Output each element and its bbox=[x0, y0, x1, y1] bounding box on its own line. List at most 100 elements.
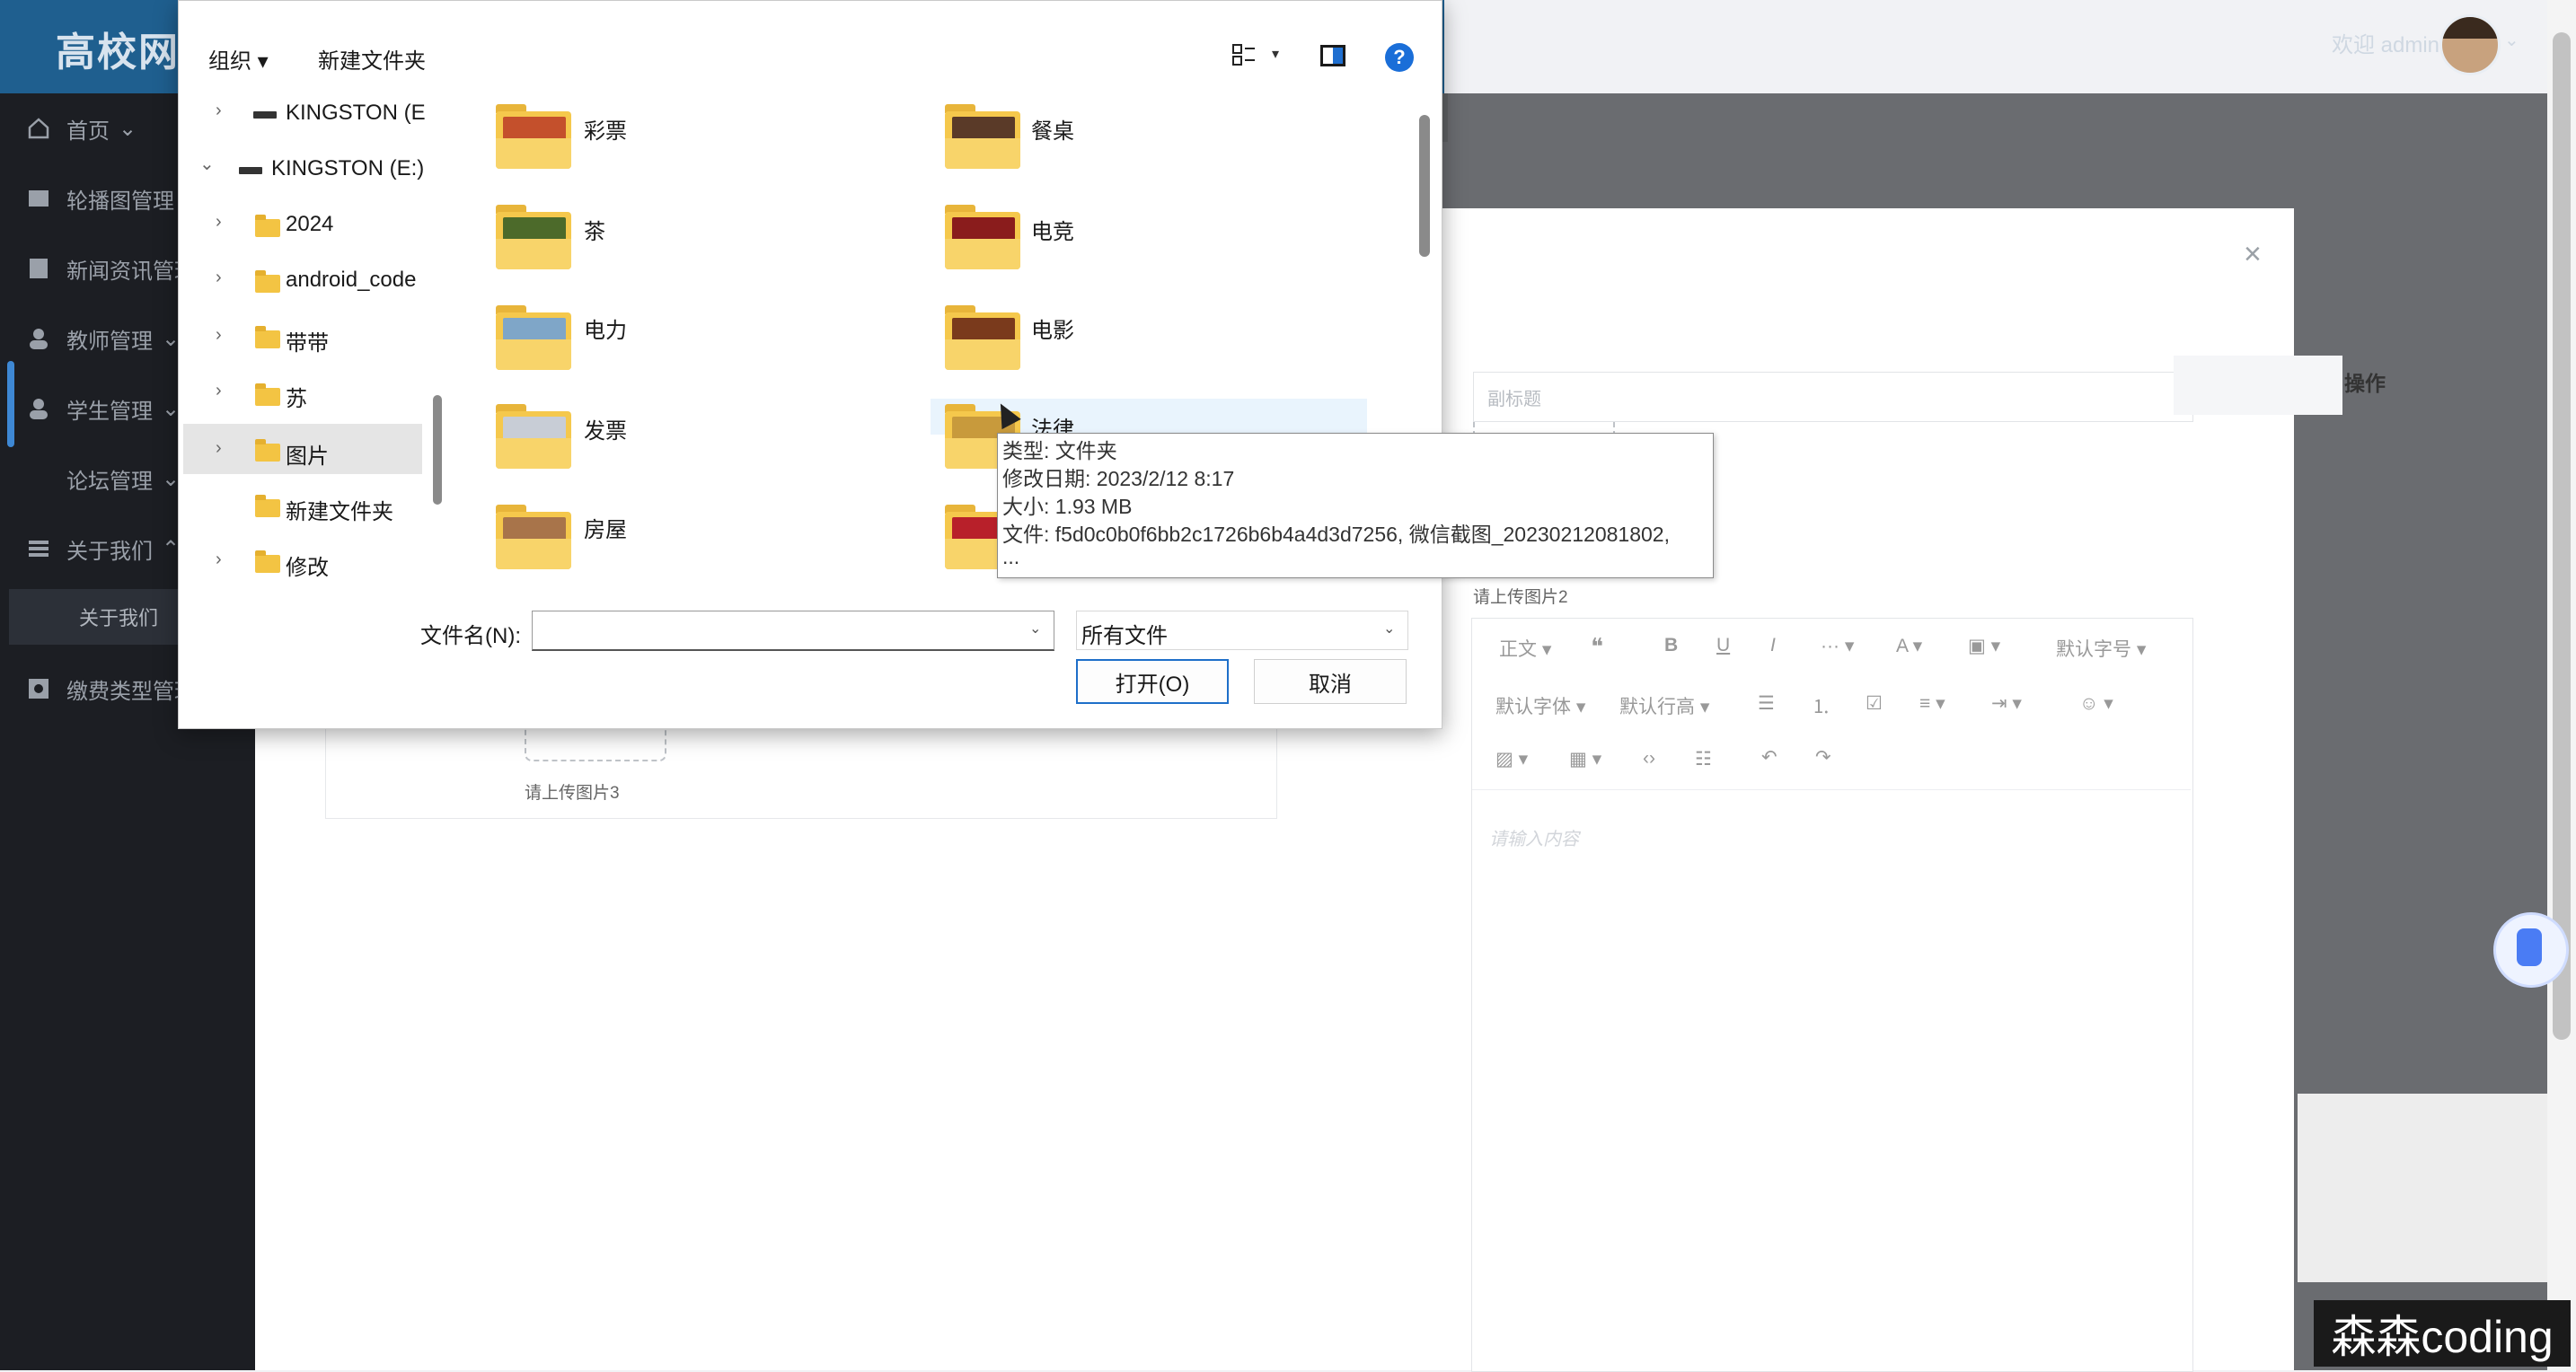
filetype-value: 所有文件 bbox=[1081, 624, 1168, 648]
usb-icon bbox=[2517, 928, 2542, 966]
preview-pane-fill bbox=[1333, 48, 1343, 64]
folder-thumbnail-icon bbox=[945, 205, 1020, 269]
folder-name: 房屋 bbox=[584, 518, 627, 542]
editor-toolbar: 正文 ▾ ❝ B U I ··· ▾ A ▾ ▣ ▾ 默认字号 ▾ 默认字体 ▾… bbox=[1472, 619, 2191, 790]
avatar[interactable] bbox=[2439, 14, 2501, 75]
home-icon bbox=[27, 117, 50, 140]
folder-thumbnail-icon bbox=[945, 104, 1020, 169]
sidebar-item-label: 缴费类型管理 bbox=[66, 679, 196, 704]
folder-name: 电力 bbox=[584, 319, 627, 343]
chevron-right-icon[interactable]: › bbox=[216, 438, 222, 459]
menu-icon bbox=[27, 537, 50, 560]
user-icon bbox=[27, 327, 50, 350]
table-icon[interactable]: ▦ ▾ bbox=[1569, 748, 1601, 770]
filename-label: 文件名(N): bbox=[420, 624, 521, 648]
fee-icon bbox=[27, 677, 50, 700]
editor-paragraph-select[interactable]: 正文 ▾ bbox=[1499, 635, 1551, 662]
open-button[interactable]: 打开(O) bbox=[1076, 659, 1229, 704]
table-header bbox=[2174, 356, 2342, 415]
todo-icon[interactable]: ☑ bbox=[1866, 692, 1883, 715]
folder-thumbnail-icon bbox=[496, 104, 571, 169]
chevron-right-icon[interactable]: › bbox=[216, 101, 222, 121]
chevron-down-icon[interactable]: ⌄ bbox=[2504, 29, 2519, 51]
sidebar-item-label: 新闻资讯管理 bbox=[66, 259, 196, 284]
chevron-right-icon[interactable]: › bbox=[216, 268, 222, 288]
new-folder-button[interactable]: 新建文件夹 bbox=[318, 43, 426, 75]
content-scrollbar[interactable] bbox=[1419, 115, 1430, 257]
align-icon[interactable]: ≡ ▾ bbox=[1919, 692, 1945, 715]
folder-icon bbox=[255, 439, 280, 462]
upload-label-3: 请上传图片3 bbox=[525, 784, 620, 803]
numbered-list-icon[interactable]: ⒈ bbox=[1812, 692, 1831, 719]
image-icon bbox=[27, 187, 50, 210]
cancel-button[interactable]: 取消 bbox=[1254, 659, 1407, 704]
sidebar-subitem-label: 关于我们 bbox=[79, 607, 159, 629]
insert-image-icon[interactable]: ▨ ▾ bbox=[1495, 748, 1528, 770]
sidebar-item-label: 首页 bbox=[66, 119, 110, 144]
bold-icon[interactable]: B bbox=[1664, 635, 1678, 656]
line-height-select[interactable]: 默认行高 ▾ bbox=[1619, 692, 1709, 719]
chevron-right-icon[interactable]: › bbox=[216, 550, 222, 570]
forum-icon bbox=[27, 467, 50, 490]
divider-icon[interactable]: ☷ bbox=[1695, 748, 1712, 770]
bullet-list-icon[interactable]: ☰ bbox=[1758, 692, 1775, 715]
chevron-down-icon[interactable]: ⌄ bbox=[1383, 620, 1395, 638]
sidebar-item-label: 论坛管理 bbox=[66, 469, 153, 494]
avatar-hair bbox=[2442, 17, 2498, 39]
nav-item-label: 2024 bbox=[286, 212, 334, 236]
nav-scrollbar[interactable] bbox=[433, 395, 442, 505]
user-icon bbox=[27, 397, 50, 420]
folder-name: 电竞 bbox=[1031, 220, 1074, 244]
close-icon[interactable]: × bbox=[2244, 237, 2262, 272]
folder-thumbnail-icon bbox=[496, 305, 571, 370]
app-title: 高校网 bbox=[56, 31, 180, 75]
folder-icon bbox=[255, 495, 280, 517]
nav-item-label: android_code bbox=[286, 268, 417, 292]
undo-icon[interactable]: ↶ bbox=[1761, 746, 1778, 769]
filename-input[interactable] bbox=[532, 611, 1054, 651]
redo-icon[interactable]: ↷ bbox=[1815, 746, 1831, 769]
more-icon[interactable]: ··· ▾ bbox=[1821, 635, 1854, 657]
folder-name: 电影 bbox=[1031, 319, 1074, 343]
quote-icon[interactable]: ❝ bbox=[1591, 633, 1603, 661]
chevron-down-icon[interactable]: ⌄ bbox=[199, 153, 215, 175]
welcome-text[interactable]: 欢迎 admin bbox=[2332, 27, 2439, 58]
chevron-right-icon[interactable]: › bbox=[216, 381, 222, 401]
organize-button[interactable]: 组织 ▾ bbox=[208, 43, 269, 75]
font-color-icon[interactable]: A ▾ bbox=[1896, 635, 1922, 657]
folder-thumbnail-icon bbox=[496, 404, 571, 469]
view-mode-icon[interactable] bbox=[1232, 43, 1256, 66]
folder-icon bbox=[255, 270, 280, 293]
italic-icon[interactable]: I bbox=[1770, 635, 1776, 656]
nav-item-label: 新建文件夹 bbox=[286, 500, 393, 524]
news-icon bbox=[27, 257, 50, 280]
editor-placeholder: 请输入内容 bbox=[1489, 830, 1579, 849]
chevron-right-icon[interactable]: › bbox=[216, 212, 222, 233]
nav-item-label: 苏 bbox=[286, 387, 307, 411]
watermark: 森森coding bbox=[2314, 1300, 2571, 1367]
drive-icon bbox=[253, 111, 277, 119]
chevron-right-icon[interactable]: › bbox=[216, 325, 222, 346]
subtitle-input[interactable] bbox=[1473, 372, 2193, 422]
folder-name: 彩票 bbox=[584, 119, 627, 144]
page-scrollbar-thumb[interactable] bbox=[2553, 32, 2571, 1040]
folder-icon bbox=[255, 383, 280, 406]
chevron-down-icon: ⌄ bbox=[119, 116, 137, 141]
nav-item-label: 修改 bbox=[286, 556, 329, 580]
image-upload-3[interactable] bbox=[525, 726, 666, 761]
code-icon[interactable]: ‹› bbox=[1643, 748, 1655, 770]
tooltip-more: ... bbox=[1002, 545, 1020, 568]
sidebar-item-label: 学生管理 bbox=[66, 399, 153, 424]
indent-icon[interactable]: ⇥ ▾ bbox=[1991, 692, 2022, 715]
drive-icon bbox=[239, 167, 262, 174]
background-color-icon[interactable]: ▣ ▾ bbox=[1968, 635, 2000, 657]
help-icon[interactable]: ? bbox=[1385, 43, 1414, 72]
chevron-down-icon[interactable]: ⌄ bbox=[1029, 620, 1041, 638]
chevron-down-icon[interactable]: ▾ bbox=[1272, 45, 1279, 63]
tooltip-type: 类型: 文件夹 bbox=[1002, 439, 1117, 462]
font-family-select[interactable]: 默认字体 ▾ bbox=[1495, 692, 1585, 719]
underline-icon[interactable]: U bbox=[1716, 635, 1730, 656]
nav-item-label: 图片 bbox=[286, 444, 329, 469]
font-size-select[interactable]: 默认字号 ▾ bbox=[2056, 635, 2146, 662]
emoji-icon[interactable]: ☺ ▾ bbox=[2079, 692, 2113, 715]
